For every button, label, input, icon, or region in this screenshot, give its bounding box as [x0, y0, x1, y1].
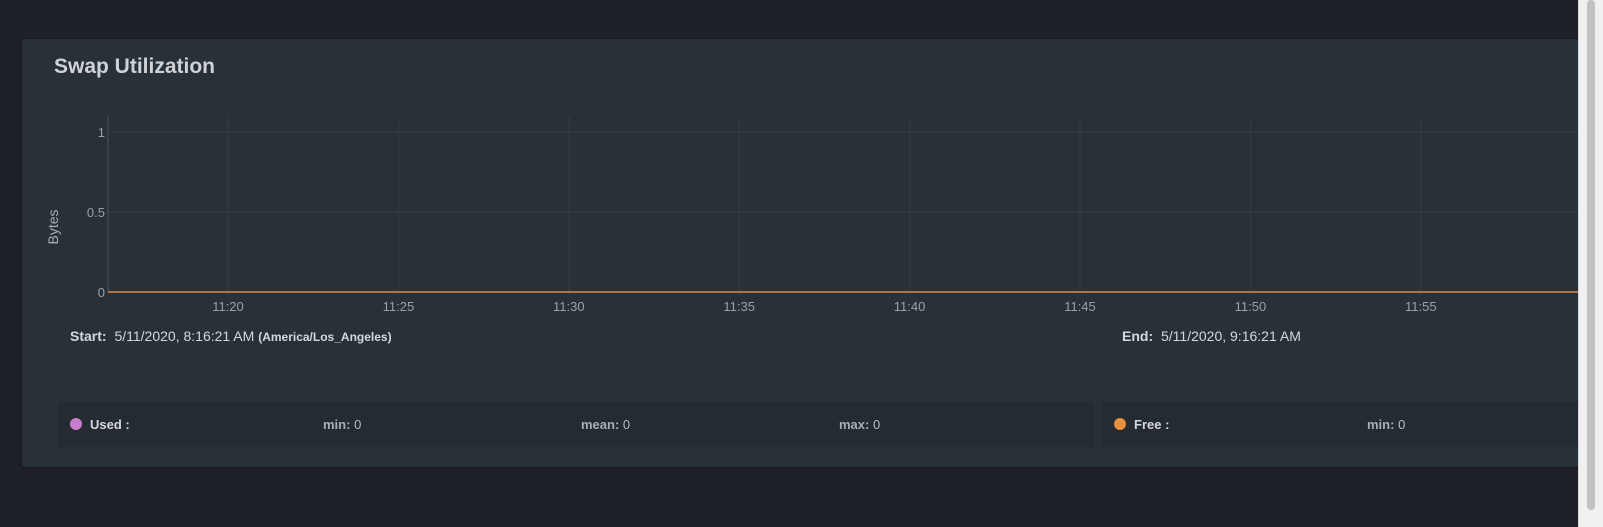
y-tick-label: 0.5 — [87, 205, 105, 220]
y-tick-label: 0 — [98, 285, 105, 300]
x-tick-label: 11:30 — [553, 299, 585, 314]
used-max-label: max: — [839, 417, 870, 432]
x-tick-label: 11:35 — [723, 299, 755, 314]
used-min: min: 0 — [323, 417, 361, 432]
used-color-dot — [70, 418, 82, 430]
end-value: 5/11/2020, 9:16:21 AM — [1161, 328, 1301, 344]
start-timezone: (America/Los_Angeles) — [258, 330, 392, 344]
legend-used[interactable]: Used : min: 0 mean: 0 max: 0 — [58, 402, 1094, 447]
x-tick-label: 11:55 — [1405, 299, 1437, 314]
used-max-value: 0 — [872, 417, 881, 432]
x-tick-label: 11:25 — [383, 299, 415, 314]
swap-utilization-panel: Swap Utilization 0 0.5 1 11:20 11:25 11:30 11:… — [22, 39, 1582, 467]
end-label: End: — [1122, 328, 1154, 344]
y-tick-label: 1 — [98, 125, 105, 140]
legend-free-name: Free : — [1134, 417, 1170, 432]
range-start: Start: 5/11/2020, 8:16:21 AM (America/Lo… — [70, 328, 392, 344]
legend-used-name: Used : — [90, 417, 130, 432]
free-min-value: 0 — [1398, 417, 1406, 432]
used-mean: mean: 0 — [581, 417, 630, 432]
legend-free[interactable]: Free : min: 0 — [1102, 402, 1582, 447]
used-min-value: 0 — [354, 417, 362, 432]
used-min-label: min: — [323, 417, 351, 432]
y-axis-label: Bytes — [45, 209, 61, 244]
x-tick-label: 11:20 — [212, 299, 244, 314]
used-mean-value: 0 — [622, 417, 631, 432]
free-color-dot — [1114, 418, 1126, 430]
x-tick-label: 11:45 — [1064, 299, 1096, 314]
free-min: min: 0 — [1367, 417, 1405, 432]
start-value: 5/11/2020, 8:16:21 AM — [114, 328, 255, 344]
free-min-label: min: — [1367, 417, 1395, 432]
scrollbar-thumb[interactable] — [1587, 0, 1595, 510]
start-label: Start: — [70, 328, 107, 344]
swap-utilization-chart[interactable]: 0 0.5 1 11:20 11:25 11:30 11:35 11:40 11:45 11:50… — [22, 39, 1582, 319]
x-tick-label: 11:40 — [894, 299, 926, 314]
x-tick-label: 11:50 — [1235, 299, 1267, 314]
range-end: End: 5/11/2020, 9:16:21 AM — [1122, 328, 1301, 344]
used-max: max: 0 — [839, 417, 880, 432]
window-scrollbar[interactable] — [1578, 0, 1603, 527]
used-mean-label: mean: — [581, 417, 620, 432]
